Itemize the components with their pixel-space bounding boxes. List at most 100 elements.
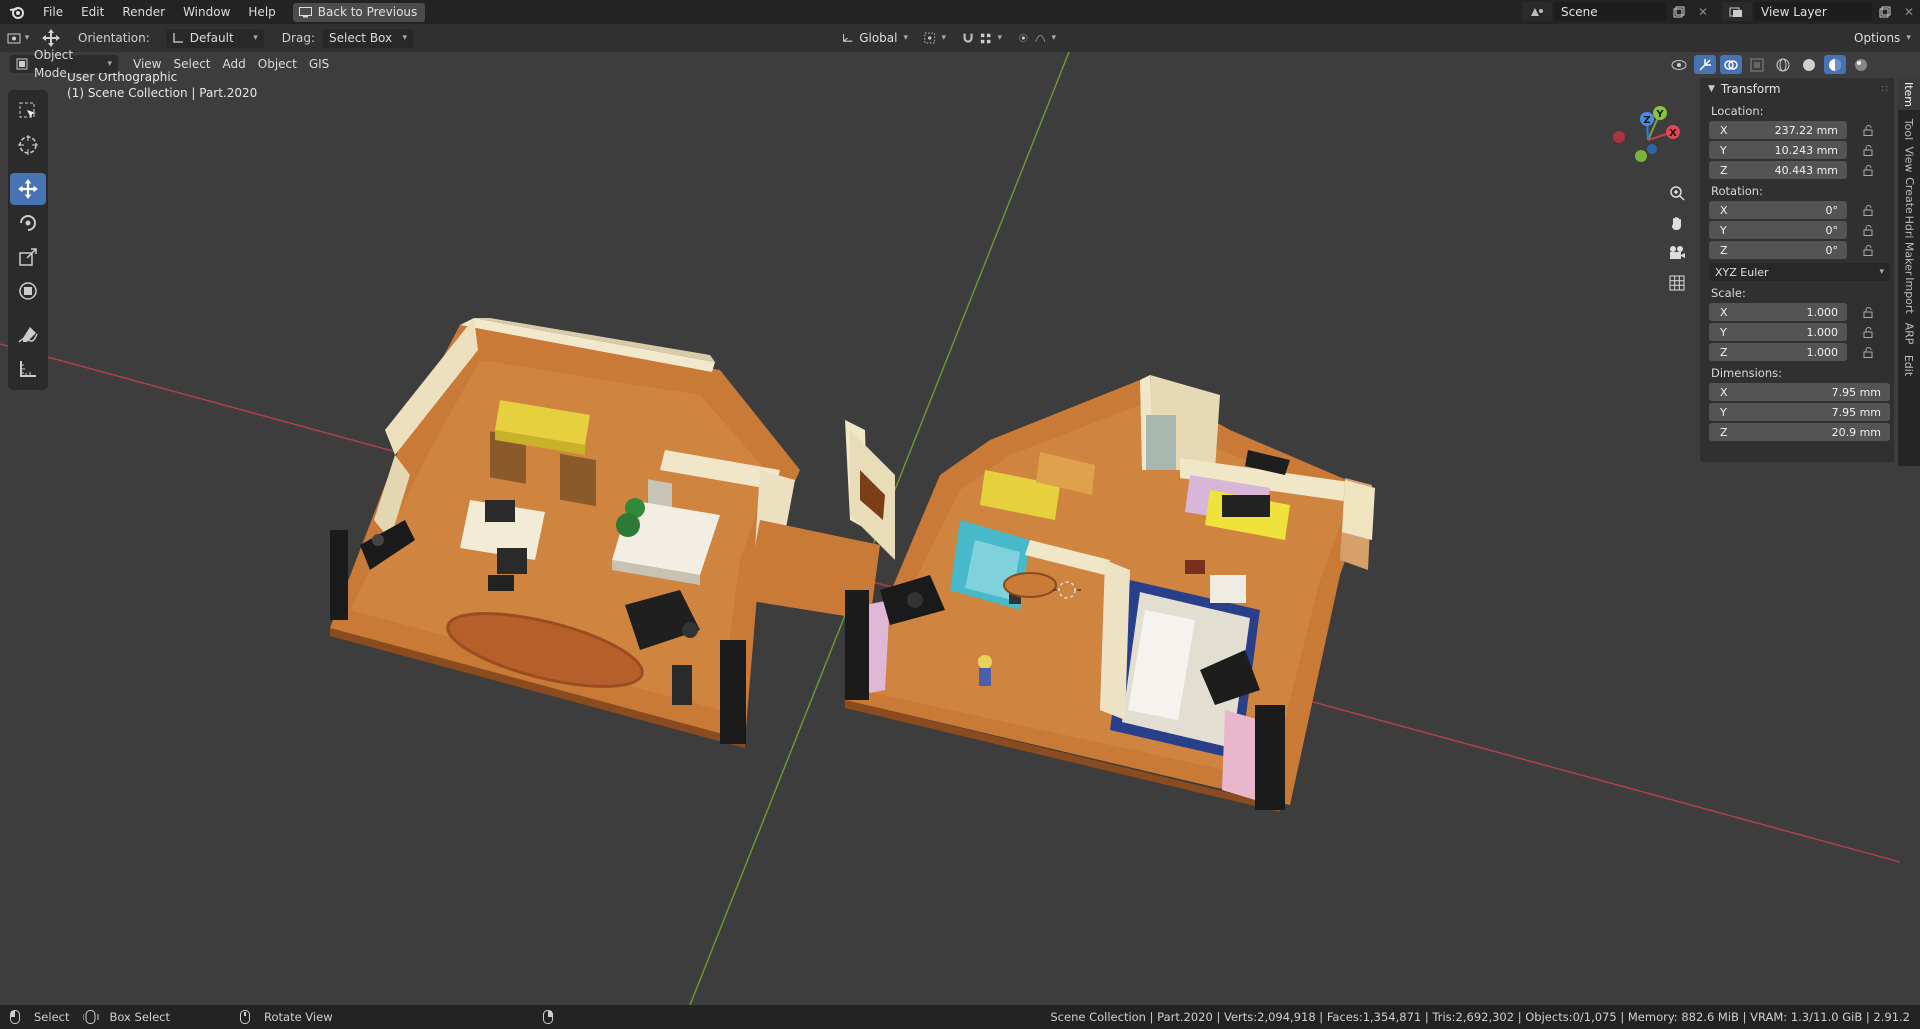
- scale-row: X 1.000: [1709, 302, 1894, 322]
- view-layer-close-icon[interactable]: ✕: [1898, 2, 1920, 21]
- menu-file[interactable]: File: [34, 0, 72, 24]
- menu-window[interactable]: Window: [174, 0, 239, 24]
- location-row: X 237.22 mm: [1709, 120, 1894, 140]
- field-value: 40.443 mm: [1774, 163, 1838, 177]
- back-to-previous-button[interactable]: Back to Previous: [292, 2, 426, 22]
- scene-render: [0, 52, 1901, 1006]
- pivot-point-dropdown[interactable]: ▾: [918, 28, 952, 48]
- editor-type-icon[interactable]: ▾: [0, 31, 36, 45]
- pan-hand-icon[interactable]: [1664, 210, 1690, 236]
- blender-logo-icon[interactable]: [0, 0, 34, 24]
- scale-tool[interactable]: [10, 241, 46, 273]
- lock-icon[interactable]: [1857, 144, 1879, 156]
- location-field[interactable]: Y 10.243 mm: [1709, 141, 1847, 159]
- lock-icon[interactable]: [1857, 244, 1879, 256]
- side-tab[interactable]: Item: [1898, 78, 1920, 110]
- rotation-row: Y 0°: [1709, 220, 1894, 240]
- move-tool[interactable]: [10, 173, 46, 205]
- transform-orientation-dropdown[interactable]: Global ▾: [836, 28, 914, 48]
- dimensions-field[interactable]: Z 20.9 mm: [1709, 423, 1890, 441]
- rotation-mode-value: XYZ Euler: [1715, 265, 1769, 279]
- scale-field[interactable]: Y 1.000: [1709, 323, 1847, 341]
- measure-tool[interactable]: [10, 353, 46, 385]
- scale-field[interactable]: Z 1.000: [1709, 343, 1847, 361]
- rotation-field[interactable]: Y 0°: [1709, 221, 1847, 239]
- camera-view-icon[interactable]: [1664, 240, 1690, 266]
- dimensions-row: X 7.95 mm: [1709, 382, 1894, 402]
- transform-panel-header[interactable]: ▼ Transform ∷: [1700, 78, 1894, 100]
- zoom-icon[interactable]: [1664, 180, 1690, 206]
- rotation-row: X 0°: [1709, 200, 1894, 220]
- navigation-gizmo[interactable]: X Y Z: [1605, 92, 1685, 172]
- options-dropdown[interactable]: Options ▾: [1848, 28, 1914, 48]
- select-box-icon: [19, 102, 36, 118]
- viewport-menu-object[interactable]: Object: [253, 55, 302, 73]
- proportional-editing-group[interactable]: ▾: [1012, 28, 1062, 48]
- scene-browse-icon[interactable]: [1522, 2, 1552, 21]
- scale-row: Z 1.000: [1709, 342, 1894, 362]
- ortho-grid-icon[interactable]: [1664, 270, 1690, 296]
- transform-tool[interactable]: [10, 275, 46, 307]
- side-tab-label: ARP: [1902, 322, 1916, 344]
- snapping-group[interactable]: ▾: [956, 28, 1008, 48]
- dimensions-field[interactable]: Y 7.95 mm: [1709, 403, 1890, 421]
- side-tab[interactable]: Tool: [1898, 114, 1920, 144]
- lock-icon[interactable]: [1857, 164, 1879, 176]
- menu-render[interactable]: Render: [113, 0, 174, 24]
- move-tool-icon[interactable]: [36, 28, 66, 48]
- lock-icon[interactable]: [1857, 306, 1879, 318]
- menu-help[interactable]: Help: [239, 0, 284, 24]
- dimensions-row: Y 7.95 mm: [1709, 402, 1894, 422]
- side-tab[interactable]: Hdri Maker: [1898, 215, 1920, 275]
- rotation-mode-dropdown[interactable]: XYZ Euler ▾: [1709, 263, 1890, 281]
- rotation-label: Rotation:: [1711, 184, 1763, 198]
- field-value: 1.000: [1806, 305, 1839, 319]
- drag-handle-icon[interactable]: ∷: [1882, 84, 1888, 95]
- side-tab-label: Edit: [1902, 354, 1916, 376]
- location-field[interactable]: Z 40.443 mm: [1709, 161, 1847, 179]
- 3d-viewport[interactable]: User Orthographic (1) Scene Collection |…: [0, 52, 1920, 1010]
- options-label: Options: [1854, 31, 1901, 45]
- scene-name-field[interactable]: Scene: [1554, 2, 1666, 21]
- view-layer-browse-icon[interactable]: [1722, 2, 1752, 21]
- menu-edit[interactable]: Edit: [72, 0, 113, 24]
- lock-icon[interactable]: [1857, 346, 1879, 358]
- rotation-field[interactable]: Z 0°: [1709, 241, 1847, 259]
- location-field[interactable]: X 237.22 mm: [1709, 121, 1847, 139]
- view-layer-name: View Layer: [1761, 4, 1827, 19]
- side-tab[interactable]: ARP: [1898, 318, 1920, 348]
- view-layer-new-icon[interactable]: [1874, 2, 1896, 21]
- scene-new-icon[interactable]: [1668, 2, 1690, 21]
- cursor-tool[interactable]: [10, 129, 46, 161]
- axis-label: Y: [1720, 223, 1727, 237]
- object-mode-dropdown[interactable]: Object Mode ▾: [10, 48, 118, 80]
- lock-icon[interactable]: [1857, 124, 1879, 136]
- scale-field[interactable]: X 1.000: [1709, 303, 1847, 321]
- dimensions-field[interactable]: X 7.95 mm: [1709, 383, 1890, 401]
- rotate-tool[interactable]: [10, 207, 46, 239]
- viewport-menu-view[interactable]: View: [128, 55, 166, 73]
- select-box-tool[interactable]: [10, 95, 46, 127]
- lock-icon[interactable]: [1857, 326, 1879, 338]
- orientation-dropdown[interactable]: Default ▾: [165, 28, 264, 48]
- lock-icon[interactable]: [1857, 204, 1879, 216]
- viewport-menu-add[interactable]: Add: [218, 55, 251, 73]
- viewport-menu-select[interactable]: Select: [168, 55, 215, 73]
- side-tab[interactable]: Create: [1898, 174, 1920, 216]
- orientation-value: Default: [189, 31, 234, 45]
- side-tab[interactable]: Import: [1898, 274, 1920, 316]
- lock-icon[interactable]: [1857, 224, 1879, 236]
- screen-icon: [298, 6, 312, 17]
- side-tab[interactable]: View: [1898, 146, 1920, 172]
- right-apartment-model: [845, 375, 1375, 812]
- field-value: 1.000: [1806, 345, 1839, 359]
- drag-label: Drag:: [281, 31, 315, 45]
- scene-close-icon[interactable]: ✕: [1692, 2, 1714, 21]
- axis-label: X: [1720, 305, 1728, 319]
- viewport-menu-gis[interactable]: GIS: [304, 55, 334, 73]
- side-tab[interactable]: Edit: [1898, 350, 1920, 380]
- view-layer-field[interactable]: View Layer: [1754, 2, 1872, 21]
- drag-dropdown[interactable]: Select Box ▾: [322, 28, 413, 48]
- rotation-field[interactable]: X 0°: [1709, 201, 1847, 219]
- annotate-tool[interactable]: [10, 319, 46, 351]
